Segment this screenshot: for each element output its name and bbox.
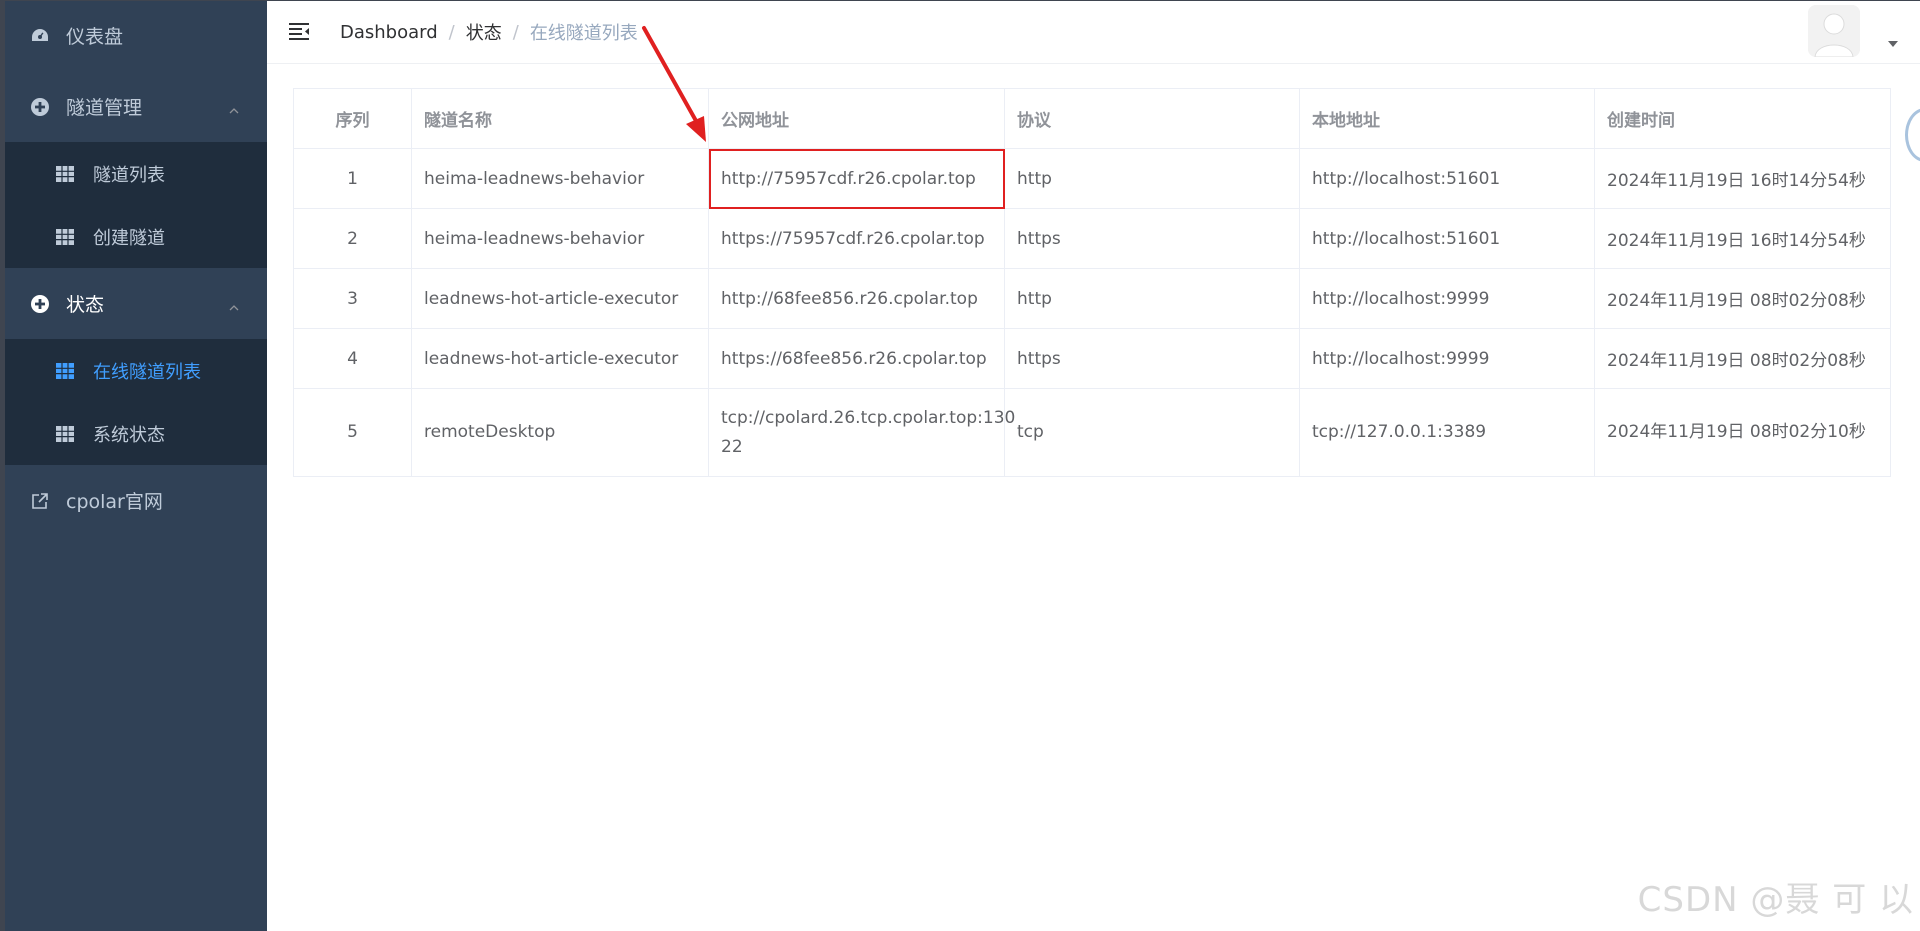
cell-protocol: https [1004,328,1300,389]
cell-local-address: http://localhost:9999 [1299,328,1595,389]
cell-index: 1 [293,148,412,209]
cell-protocol: https [1004,208,1300,269]
submenu-tunnel-management: 隧道列表 创建隧道 [5,142,267,268]
sidebar-item-label: 在线隧道列表 [93,361,201,383]
sidebar-item-label: 创建隧道 [93,227,165,249]
table-row: 1 heima-leadnews-behavior http://75957cd… [293,148,1891,209]
cell-local-address: http://localhost:51601 [1299,148,1595,209]
cell-created: 2024年11月19日 08时02分08秒 [1594,268,1891,329]
chevron-up-icon [229,296,239,311]
cell-created: 2024年11月19日 08时02分10秒 [1594,388,1891,477]
cell-index: 5 [293,388,412,477]
sidebar-item-create-tunnel[interactable]: 创建隧道 [5,205,267,268]
sidebar-item-label: 仪表盘 [66,26,124,48]
grid-icon [55,362,75,380]
navbar: Dashboard / 状态 / 在线隧道列表 [267,1,1920,64]
menu-fold-icon[interactable] [288,21,310,41]
floating-ring-decoration [1905,108,1920,162]
public-url-line: 22 [721,436,743,457]
sidebar-item-label: 系统状态 [93,424,165,446]
cell-name: heima-leadnews-behavior [411,208,709,269]
cell-index: 4 [293,328,412,389]
submenu-status: 在线隧道列表 系统状态 [5,339,267,465]
cell-protocol: http [1004,148,1300,209]
external-link-icon [29,490,51,512]
user-avatar-icon [1808,5,1860,57]
watermark: CSDN @聂 可 以 [1637,880,1914,920]
breadcrumb: Dashboard / 状态 / 在线隧道列表 [340,19,638,45]
table-row: 3 leadnews-hot-article-executor http://6… [293,268,1891,329]
app-window: 仪表盘 隧道管理 隧道列表 创建隧道 状态 在线隧道列表 系统状态 cpolar… [0,0,1920,931]
grid-icon [55,165,75,183]
table-row: 4 leadnews-hot-article-executor https://… [293,328,1891,389]
cell-name: leadnews-hot-article-executor [411,328,709,389]
cell-index: 3 [293,268,412,329]
cell-protocol: http [1004,268,1300,329]
chevron-up-icon [229,99,239,114]
breadcrumb-item-current: 在线隧道列表 [529,23,638,44]
breadcrumb-item-status[interactable]: 状态 [466,19,502,45]
cell-local-address: tcp://127.0.0.1:3389 [1299,388,1595,477]
public-url-line: tcp://cpolard.26.tcp.cpolar.top:130 [721,407,1016,428]
cell-index: 2 [293,208,412,269]
annotation-arrow-icon [642,26,706,142]
table-row: 2 heima-leadnews-behavior https://75957c… [293,208,1891,269]
sidebar: 仪表盘 隧道管理 隧道列表 创建隧道 状态 在线隧道列表 系统状态 cpolar… [5,0,267,931]
sidebar-item-cpolar-site[interactable]: cpolar官网 [5,465,267,536]
cell-created: 2024年11月19日 16时14分54秒 [1594,208,1891,269]
cell-public-url[interactable]: https://68fee856.r26.cpolar.top [708,328,1005,389]
plus-circle-icon [29,96,51,118]
cell-name: remoteDesktop [411,388,709,477]
column-header-index[interactable]: 序列 [293,88,412,149]
cell-name: heima-leadnews-behavior [411,148,709,209]
sidebar-group-label: 隧道管理 [66,97,143,119]
cell-local-address: http://localhost:9999 [1299,268,1595,329]
column-header-local-address[interactable]: 本地地址 [1299,88,1595,149]
cell-public-url[interactable]: http://68fee856.r26.cpolar.top [708,268,1005,329]
cell-created: 2024年11月19日 08时02分08秒 [1594,328,1891,389]
avatar[interactable] [1808,5,1860,57]
window-edge-top [0,0,1920,1]
table-row: 5 remoteDesktop tcp://cpolard.26.tcp.cpo… [293,388,1891,477]
sidebar-group-label: 状态 [66,294,105,316]
grid-icon [55,228,75,246]
sidebar-item-label: cpolar官网 [66,491,163,513]
sidebar-group-status[interactable]: 状态 [5,268,267,339]
sidebar-group-tunnel-management[interactable]: 隧道管理 [5,71,267,142]
column-header-created[interactable]: 创建时间 [1594,88,1891,149]
plus-circle-icon [29,293,51,315]
window-edge-left [0,0,5,931]
cell-public-url[interactable]: tcp://cpolard.26.tcp.cpolar.top:130 22 [708,388,1015,477]
cell-local-address: http://localhost:51601 [1299,208,1595,269]
sidebar-item-system-status[interactable]: 系统状态 [5,402,267,465]
cell-public-url-highlighted[interactable]: http://75957cdf.r26.cpolar.top [708,148,1005,209]
sidebar-item-dashboard[interactable]: 仪表盘 [5,0,267,71]
cell-public-url[interactable]: https://75957cdf.r26.cpolar.top [708,208,1005,269]
breadcrumb-item-dashboard[interactable]: Dashboard [340,22,438,43]
cell-protocol: tcp [1004,388,1300,477]
sidebar-item-tunnel-list[interactable]: 隧道列表 [5,142,267,205]
cell-created: 2024年11月19日 16时14分54秒 [1594,148,1891,209]
tunnel-table: 序列 隧道名称 公网地址 协议 本地地址 创建时间 1 heima-leadne… [293,88,1891,477]
column-header-protocol[interactable]: 协议 [1004,88,1300,149]
caret-down-icon[interactable] [1888,41,1898,47]
sidebar-item-label: 隧道列表 [93,164,165,186]
sidebar-item-online-tunnels[interactable]: 在线隧道列表 [5,339,267,402]
column-header-public-url[interactable]: 公网地址 [708,88,1005,149]
grid-icon [55,425,75,443]
cell-name: leadnews-hot-article-executor [411,268,709,329]
table-header-row: 序列 隧道名称 公网地址 协议 本地地址 创建时间 [293,88,1891,149]
dashboard-icon [29,25,51,47]
